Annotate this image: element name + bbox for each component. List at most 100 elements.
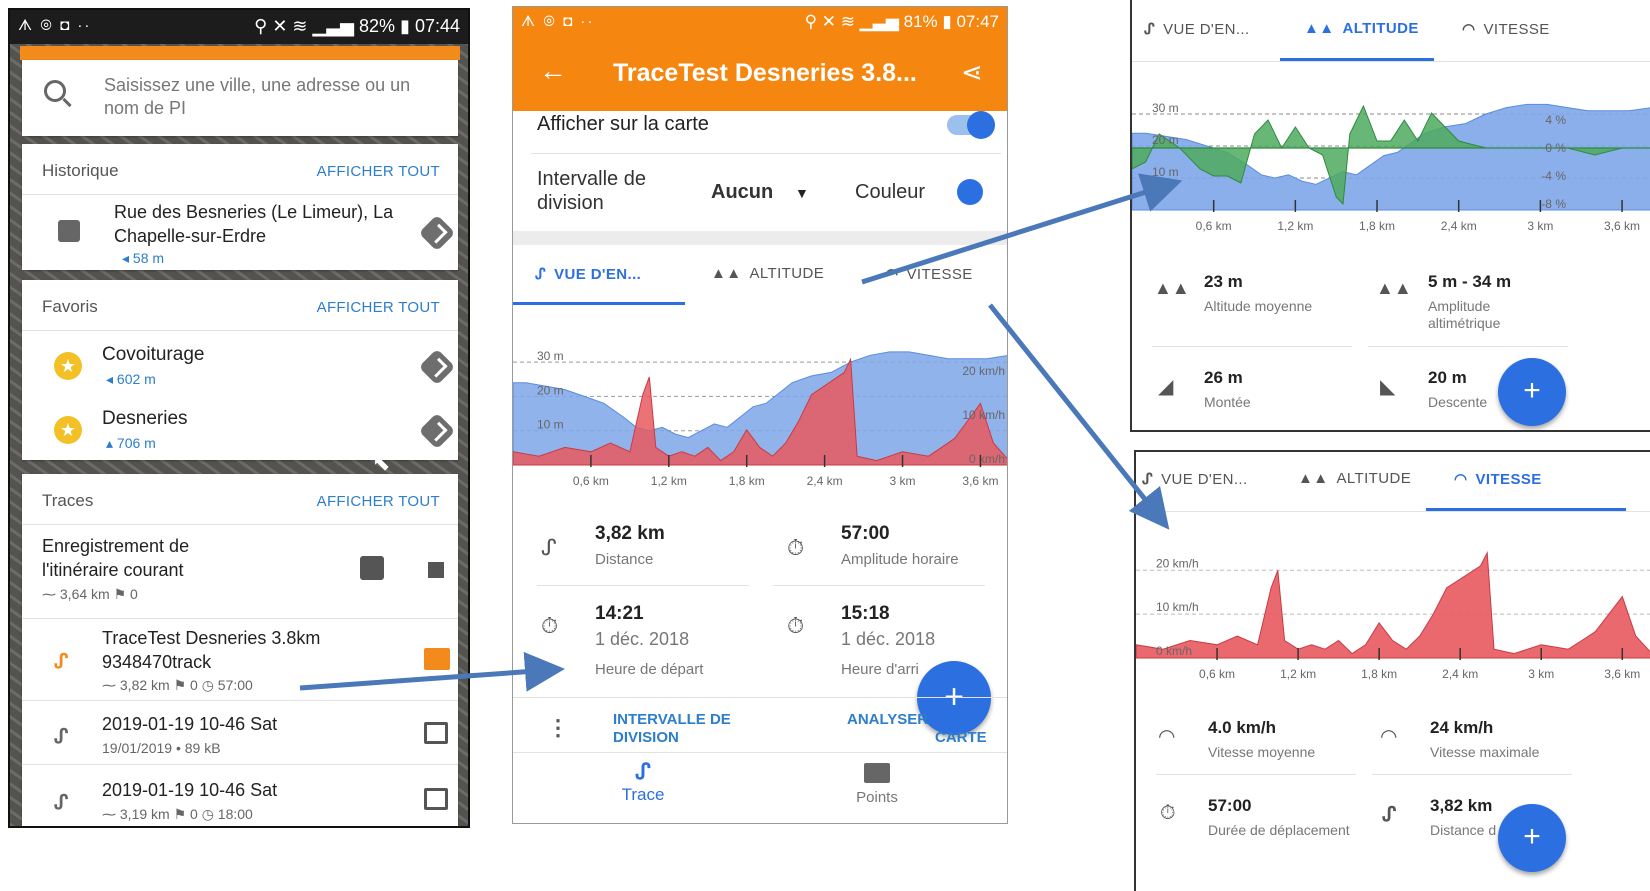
- app-bar: ← TraceTest Desneries 3.8... ⋖: [513, 39, 1007, 111]
- show-on-map-toggle[interactable]: [947, 111, 995, 139]
- stat-moving-time-value: 57:00: [1208, 796, 1252, 815]
- stat-distance-label: Distance: [595, 551, 654, 568]
- trace-item-name[interactable]: 2019-01-19 10-46 Sat: [102, 780, 277, 801]
- map-button[interactable]: CARTE: [935, 729, 987, 746]
- star-icon: ★: [54, 352, 82, 380]
- map-toggle-icon[interactable]: [424, 648, 450, 670]
- divider: [513, 697, 1007, 698]
- back-arrow-icon[interactable]: ←: [539, 55, 567, 87]
- tab-speed[interactable]: ◠ VITESSE: [1454, 470, 1542, 488]
- divider: [1156, 774, 1356, 775]
- save-icon[interactable]: [360, 556, 384, 580]
- x-tick-label: 3 km: [1527, 219, 1553, 233]
- status-bar: ᗑ ⊚ ◘ ·· ⚲ ✕ ≋ ▁▃▅ 82% ▮ 07:44: [10, 10, 468, 44]
- y-axis-label-left: 30 m: [537, 349, 564, 363]
- stat-end-value: 15:18: [841, 603, 890, 624]
- tab-overview[interactable]: ᔑ VUE D'EN...: [1144, 20, 1250, 38]
- interval-action-button[interactable]: INTERVALLE DE DIVISION: [613, 711, 753, 747]
- divider: [22, 618, 458, 619]
- tab-overview[interactable]: ᔑ VUE D'EN...: [1142, 470, 1248, 488]
- divider: [1132, 61, 1650, 62]
- trace-item-name[interactable]: 2019-01-19 10-46 Sat: [102, 714, 277, 735]
- directions-icon[interactable]: [418, 214, 456, 252]
- directions-icon[interactable]: [418, 348, 456, 386]
- speed-panel: ᔑ VUE D'EN... ▲▲ ALTITUDE ◠ VITESSE 20 km/h…: [1134, 450, 1650, 891]
- tab-speed[interactable]: ◠ VITESSE: [885, 265, 973, 283]
- tab-altitude[interactable]: ▲▲ ALTITUDE: [1298, 470, 1411, 487]
- status-icons-right: ⚲ ✕ ≋ ▁▃▅ 81% ▮ 07:47: [804, 12, 999, 31]
- track-icon: ᔑ: [1382, 804, 1397, 826]
- mouse-cursor-icon: ⬉: [372, 450, 391, 475]
- tab-altitude[interactable]: ▲▲ ALTITUDE: [711, 265, 824, 282]
- x-tick-label: 2,4 km: [1442, 667, 1478, 681]
- search-card[interactable]: Saisissez une ville, une adresse ou un n…: [22, 60, 458, 136]
- mountain-icon: ▲▲: [1304, 20, 1335, 37]
- page-title: TraceTest Desneries 3.8...: [613, 59, 917, 87]
- tab-overview[interactable]: ᔑ VUE D'EN...: [535, 265, 641, 283]
- trace-item-meta: ⁓ 3,82 km ⚑ 0 ◷ 57:00: [102, 677, 253, 693]
- nav-trace[interactable]: ᔑ Trace: [593, 759, 693, 805]
- x-tick-label: 1,2 km: [651, 474, 687, 488]
- divider: [1136, 511, 1650, 512]
- track-icon: ᔑ: [54, 651, 69, 673]
- map-icon[interactable]: [424, 722, 448, 744]
- x-tick-label: 2,4 km: [807, 474, 843, 488]
- stat-altitude-range-label: Amplitude altimétrique: [1428, 298, 1501, 331]
- folder-icon: [864, 763, 890, 783]
- directions-icon[interactable]: [418, 412, 456, 450]
- status-bar: ᗑ ⊚ ◘ ·· ⚲ ✕ ≋ ▁▃▅ 81% ▮ 07:47: [513, 7, 1007, 39]
- divider: [22, 700, 458, 701]
- y-axis-label-left: 20 m: [537, 383, 564, 397]
- map-icon[interactable]: [424, 788, 448, 810]
- recording-title: Enregistrement de l'itinéraire courant: [42, 536, 190, 580]
- trace-item-meta: ⁓ 3,19 km ⚑ 0 ◷ 18:00: [102, 806, 253, 822]
- track-icon: ᔑ: [1144, 21, 1156, 38]
- section-gap: [513, 231, 1007, 245]
- search-input[interactable]: Saisissez une ville, une adresse ou un n…: [104, 74, 434, 120]
- nav-trace-label: Trace: [621, 785, 665, 804]
- stop-icon[interactable]: [428, 562, 444, 578]
- stat-ascent-value: 26 m: [1204, 368, 1243, 387]
- interval-select[interactable]: Aucun: [711, 181, 773, 204]
- add-fab-button[interactable]: +: [1498, 358, 1566, 426]
- favoris-show-all[interactable]: AFFICHER TOUT: [317, 299, 440, 316]
- traces-show-all[interactable]: AFFICHER TOUT: [317, 493, 440, 510]
- color-swatch[interactable]: [957, 179, 983, 205]
- divider: [22, 764, 458, 765]
- track-icon: ᔑ: [54, 792, 69, 814]
- tab-speed[interactable]: ◠ VITESSE: [1462, 20, 1550, 38]
- orange-band: [20, 46, 460, 60]
- analyze-button[interactable]: ANALYSER: [847, 711, 928, 728]
- favori-item-name[interactable]: Desneries: [102, 408, 188, 430]
- x-tick-label: 1,8 km: [1359, 219, 1395, 233]
- overview-chart: 30 m 20 m 10 m 20 km/h 10 km/h 0 km/h 0,6 km 1,…: [513, 349, 1007, 488]
- share-icon[interactable]: ⋖: [961, 57, 983, 88]
- x-tick-label: 1,2 km: [1280, 667, 1316, 681]
- stat-distance-label: Distance d: [1430, 822, 1497, 838]
- track-icon: ᔑ: [541, 535, 557, 560]
- historique-title: Historique: [42, 161, 119, 180]
- historique-card: Historique AFFICHER TOUT Rue des Besneri…: [22, 144, 458, 270]
- tab-altitude[interactable]: ▲▲ ALTITUDE: [1304, 20, 1419, 37]
- divider: [22, 194, 458, 195]
- historique-show-all[interactable]: AFFICHER TOUT: [317, 163, 440, 180]
- historique-item-name[interactable]: Rue des Besneries (Le Limeur), La Chapel…: [114, 200, 414, 248]
- nav-points[interactable]: Points: [827, 763, 927, 806]
- more-vert-icon[interactable]: ⋮: [547, 715, 569, 741]
- traces-title: Traces: [42, 491, 94, 510]
- historique-item-distance: ◂ 58 m: [122, 250, 165, 266]
- stat-timespan-value: 57:00: [841, 523, 890, 544]
- favori-item-name[interactable]: Covoiturage: [102, 344, 204, 366]
- x-tick-label: 0,6 km: [573, 474, 609, 488]
- favori-item-distance: ▴ 706 m: [106, 435, 156, 451]
- y-axis-label-left: 10 km/h: [1156, 600, 1199, 614]
- favoris-card: Favoris AFFICHER TOUT ★ Covoiturage ◂ 60…: [22, 280, 458, 460]
- speedometer-icon: ◠: [1462, 21, 1476, 38]
- star-icon: ★: [54, 416, 82, 444]
- status-icons-left: ᗑ ⊚ ◘ ··: [521, 13, 595, 30]
- phone-main-menu: ᗑ ⊚ ◘ ·· ⚲ ✕ ≋ ▁▃▅ 82% ▮ 07:44 Saisissez…: [8, 8, 470, 828]
- trace-item-name[interactable]: TraceTest Desneries 3.8km 9348470track: [102, 626, 362, 674]
- descent-icon: ◣: [1380, 376, 1396, 398]
- add-fab-button[interactable]: +: [1498, 804, 1566, 872]
- chevron-down-icon[interactable]: ▼: [795, 185, 809, 201]
